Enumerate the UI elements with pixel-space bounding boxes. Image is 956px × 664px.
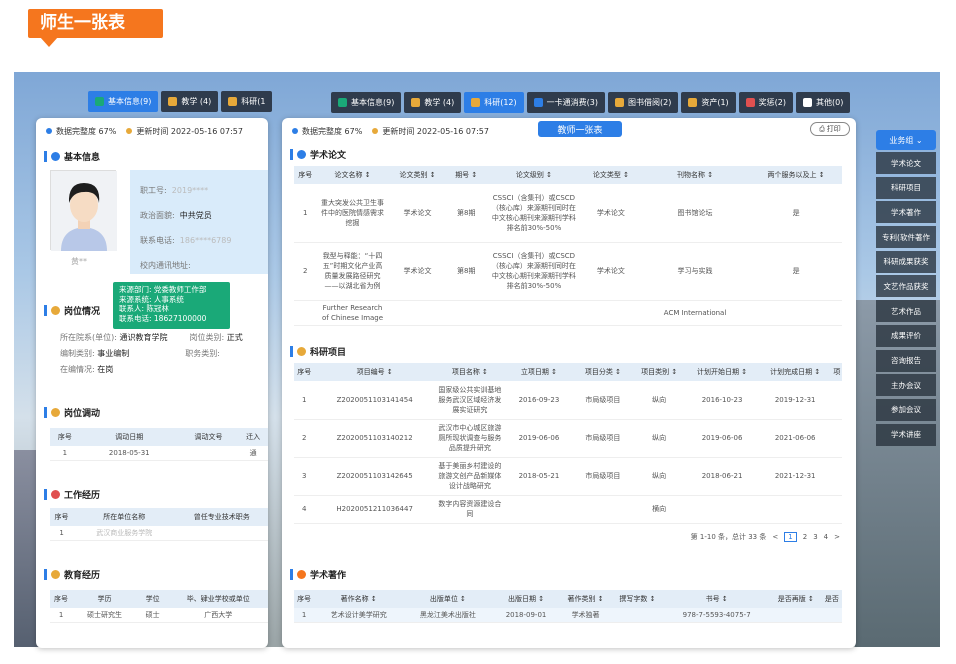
- book-icon: [228, 97, 238, 106]
- field-value: 186****6789: [179, 236, 232, 245]
- table-row[interactable]: 1 2018-05-31 通: [50, 446, 268, 461]
- page-4[interactable]: 4: [824, 533, 828, 541]
- back-panel: 数据完整度 67% 更新时间 2022-05-16 07:57 基本信息 黄**…: [36, 118, 268, 648]
- table-row[interactable]: 1 硕士研究生 硕士 广西大学: [50, 608, 268, 623]
- tab-library[interactable]: 图书借阅(2): [607, 92, 679, 113]
- books-table: 序号 著作名称 ↕ 出版单位 ↕ 出版日期 ↕ 著作类别 ↕ 撰写字数 ↕ 书号 ↕ 是否再版…: [294, 590, 842, 623]
- pagination-summary: 第 1-10 条，总计 33 条: [690, 533, 767, 541]
- sidebar-item[interactable]: 科研项目: [876, 176, 936, 199]
- page-1[interactable]: 1: [784, 532, 797, 542]
- banner-tag: 师生一张表: [28, 9, 163, 47]
- person-name: 黄**: [71, 257, 87, 266]
- projects-table: 序号 项目编号 ↕ 项目名称 ↕ 立项日期 ↕ 项目分类 ↕ 项目类别 ↕ 计划开始日期 ↕…: [294, 363, 842, 524]
- source-tooltip: 来源部门: 党委教师工作部 来源系统: 人事系统 联系人: 陈冠林 联系电话: 186…: [113, 282, 230, 329]
- sidebar-item[interactable]: 咨询报告: [876, 349, 936, 372]
- page-3[interactable]: 3: [813, 533, 817, 541]
- back-tab-research[interactable]: 科研(1: [221, 91, 273, 112]
- table-row[interactable]: 1 重大突发公共卫生事件中的医院情感需求挖掘 学术论文 第8期 CSSCI（含集刊）或C…: [294, 184, 842, 243]
- field-label: 联系电话:: [140, 236, 175, 245]
- page-title: 教师一张表: [538, 121, 622, 137]
- papers-heading: 学术论文: [290, 148, 346, 161]
- table-row[interactable]: Further Research of Chinese Image ACM Int…: [294, 300, 842, 326]
- basic-info-heading: 基本信息: [44, 150, 100, 163]
- table-row[interactable]: 1 Z2020051103141454 国家级公共实训基地服务武汉区域经济发展实证研…: [294, 381, 842, 420]
- table-row[interactable]: 3 Z2020051103142645 基于美丽乡村建设的旅游文创产品新媒体设计战略…: [294, 457, 842, 496]
- tab-card[interactable]: 一卡通消费(3): [526, 92, 605, 113]
- sidebar-item[interactable]: 成果评价: [876, 324, 936, 347]
- library-icon: [614, 98, 624, 107]
- page-2[interactable]: 2: [803, 533, 807, 541]
- sidebar-item[interactable]: 艺术作品: [876, 300, 936, 323]
- category-sidebar: 业务组 ⌄ 学术论文 科研项目 学术著作 专利(软件著作 科研成果获奖 文艺作品…: [876, 130, 936, 448]
- tab-other[interactable]: 其他(0): [796, 92, 851, 113]
- back-meta: 数据完整度 67% 更新时间 2022-05-16 07:57: [46, 126, 243, 137]
- print-button[interactable]: ⎙ 打印: [810, 122, 850, 136]
- table-row[interactable]: 1 艺术设计美学研究 黑龙江美术出版社 2018-09-01 学术独著 978-7-559…: [294, 608, 842, 623]
- front-meta: 数据完整度 67% 更新时间 2022-05-16 07:57: [292, 126, 489, 137]
- back-tab-bar: 基本信息(9) 教学 (4) 科研(1: [88, 91, 273, 112]
- edu-heading: 教育经历: [44, 568, 100, 581]
- books-heading: 学术著作: [290, 568, 346, 581]
- post-heading: 岗位情况: [44, 304, 100, 317]
- basic-info-box: 职工号: 2019**** 政治面貌: 中共党员 联系电话: 186****67…: [130, 170, 268, 274]
- user-icon: [338, 98, 347, 107]
- table-row[interactable]: 2 Z2020051103140212 武汉市中心城区旅游厕所现状调查与服务品质提升…: [294, 419, 842, 458]
- back-tab-basic[interactable]: 基本信息(9): [88, 91, 159, 112]
- tab-basic[interactable]: 基本信息(9): [331, 92, 402, 113]
- transfer-heading: 岗位调动: [44, 406, 100, 419]
- sidebar-item[interactable]: 主办会议: [876, 374, 936, 397]
- sidebar-item[interactable]: 学术论文: [876, 152, 936, 174]
- work-table: 序号 所在单位名称 曾任专业技术职务 1 武汉商业服务学院: [50, 508, 268, 541]
- front-tab-bar: 基本信息(9) 教学 (4) 科研(12) 一卡通消费(3) 图书借阅(2) 资…: [331, 92, 851, 113]
- projects-heading: 科研项目: [290, 345, 346, 358]
- sidebar-header[interactable]: 业务组 ⌄: [876, 130, 936, 150]
- tab-teaching[interactable]: 教学 (4): [404, 92, 462, 113]
- front-panel: 数据完整度 67% 更新时间 2022-05-16 07:57 教师一张表 ⎙ 打…: [282, 118, 856, 648]
- table-row[interactable]: 1 武汉商业服务学院: [50, 526, 268, 541]
- printer-icon: ⎙: [819, 124, 825, 133]
- tab-assets[interactable]: 资产(1): [681, 92, 736, 113]
- back-tab-teaching[interactable]: 教学 (4): [161, 91, 219, 112]
- field-label: 政治面貌:: [140, 211, 175, 220]
- field-value: 2019****: [171, 186, 209, 195]
- card-icon: [533, 98, 543, 107]
- tab-research[interactable]: 科研(12): [464, 92, 524, 113]
- post-fields: 所在院系(单位): 通识教育学院 岗位类别: 正式 编制类别: 事业编制 职务类别:…: [60, 333, 243, 374]
- sidebar-item[interactable]: 科研成果获奖: [876, 250, 936, 273]
- edu-table: 序号 学历 学位 毕、肄业学校或单位 1 硕士研究生 硕士 广西大学: [50, 590, 268, 623]
- asset-icon: [688, 98, 698, 107]
- transfer-table: 序号 调动日期 调动文号 迁入 1 2018-05-31 通: [50, 428, 268, 461]
- tab-awards[interactable]: 奖惩(2): [738, 92, 794, 113]
- papers-table: 序号 论文名称 ↕ 论文类别 ↕ 期号 ↕ 论文级别 ↕ 论文类型 ↕ 刊物名称 ↕ 两个服务…: [294, 166, 842, 326]
- sidebar-item[interactable]: 文艺作品获奖: [876, 275, 936, 298]
- field-value: 中共党员: [179, 211, 212, 220]
- work-heading: 工作经历: [44, 488, 100, 501]
- teach-icon: [411, 98, 421, 107]
- table-row[interactable]: 4 H2020051211036447 数字内容资源建设合同 横向: [294, 495, 842, 524]
- sidebar-item[interactable]: 专利(软件著作: [876, 226, 936, 249]
- field-label: 职工号:: [140, 186, 167, 195]
- table-row[interactable]: 2 我型与释能：“十四五”时期文化产业高质量发展路径研究——以湖北省为例 学术论文第…: [294, 242, 842, 301]
- sidebar-item[interactable]: 学术著作: [876, 201, 936, 224]
- prev-page[interactable]: <: [772, 533, 778, 541]
- teach-icon: [168, 97, 178, 106]
- sidebar-item[interactable]: 学术讲座: [876, 423, 936, 446]
- next-page[interactable]: >: [834, 533, 840, 541]
- user-icon: [95, 97, 104, 106]
- pagination: 第 1-10 条，总计 33 条 < 1 2 3 4 >: [691, 532, 840, 542]
- book-icon: [471, 98, 481, 107]
- grid-icon: [803, 98, 813, 107]
- sidebar-item[interactable]: 参加会议: [876, 398, 936, 421]
- award-icon: [745, 98, 755, 107]
- avatar: [50, 170, 117, 251]
- field-label: 校内通讯地址:: [140, 261, 191, 270]
